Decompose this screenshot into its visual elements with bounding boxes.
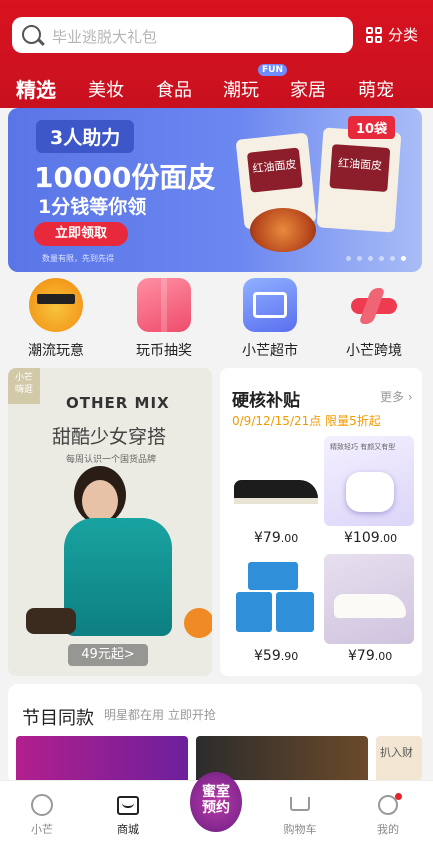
search-placeholder: 毕业逃脱大礼包 <box>52 28 158 46</box>
quick-entry-choujiang[interactable]: 玩币抽奖 <box>114 278 214 360</box>
card-subtitle: 每周认识一个国货品牌 <box>66 455 157 465</box>
nav-mall[interactable]: 商城 <box>98 793 158 837</box>
section-title: 节目同款 <box>22 708 94 729</box>
subsidy-card: 硬核补贴 更多 › 0/9/12/15/21点 限量5折起 ¥79.00 精致轻… <box>220 368 422 676</box>
tab-mengchong[interactable]: 萌宠 <box>358 76 394 102</box>
product-price: ¥79.00 <box>254 530 299 546</box>
banner-pagination <box>346 256 406 261</box>
pack-label: 红油面皮 <box>246 147 303 193</box>
top-header: 毕业逃脱大礼包 分类 精选 美妆 食品 潮玩 家居 萌宠 FUN <box>0 0 433 108</box>
center-promo-line1: 蜜室 <box>202 784 230 800</box>
fashion-feature-card[interactable]: 小芒 嗨逛 OTHER MIX 甜酷少女穿搭 每周认识一个国货品牌 49元起> <box>8 368 212 676</box>
orange-fruit <box>184 608 212 638</box>
model-dress-image <box>64 518 172 636</box>
quick-entry-chaoliu[interactable]: 潮流玩意 <box>6 278 106 360</box>
search-bar[interactable]: 毕业逃脱大礼包 <box>12 17 353 53</box>
product-price: ¥109.00 <box>344 530 398 546</box>
quick-entry-row: 潮流玩意 玩币抽奖 小芒超市 小芒跨境 <box>0 278 433 366</box>
banner-fine-print: 数量有限，先到先得 <box>42 254 114 263</box>
fun-badge: FUN <box>258 64 287 76</box>
profile-icon <box>375 793 402 817</box>
home-loop-icon <box>29 793 55 817</box>
model-face <box>82 480 118 522</box>
pack-label: 红油面皮 <box>329 144 391 192</box>
notification-dot <box>395 793 402 800</box>
product-earbuds[interactable]: 精致轻巧 有颜又有型 <box>324 436 414 526</box>
nav-cart[interactable]: 购物车 <box>270 793 330 837</box>
nav-profile[interactable]: 我的 <box>358 793 418 837</box>
category-button[interactable]: 分类 <box>366 24 418 45</box>
tab-jiaju[interactable]: 家居 <box>290 76 326 102</box>
shopping-basket-icon <box>243 278 297 332</box>
show-item-image[interactable]: 扒入财 <box>376 736 422 784</box>
quick-entry-label: 潮流玩意 <box>28 343 84 359</box>
gift-box-icon <box>137 278 191 332</box>
pack-count-badge: 10袋 <box>348 116 396 139</box>
product-price: ¥79.00 <box>348 648 393 664</box>
product-sneakers[interactable] <box>324 554 414 644</box>
banner-title: 10000份面皮 <box>34 161 216 194</box>
tab-chaowan[interactable]: 潮玩 <box>223 76 259 102</box>
category-label: 分类 <box>388 26 419 44</box>
quick-entry-label: 小芒跨境 <box>346 343 402 359</box>
center-promo-button[interactable]: 蜜室 预约 <box>190 772 242 832</box>
show-same-section: 节目同款 明星都在用 立即开抢 扒入财 <box>8 684 422 784</box>
card-corner-tag: 小芒 嗨逛 <box>8 368 40 404</box>
search-icon <box>22 25 41 44</box>
banner-subtitle: 1分钱等你领 <box>38 196 147 218</box>
subsidy-title: 硬核补贴 <box>232 391 300 411</box>
category-tabs: 精选 美妆 食品 潮玩 家居 萌宠 <box>0 72 433 102</box>
center-promo-line2: 预约 <box>202 800 230 816</box>
airplane-icon <box>347 278 401 332</box>
sunglasses-emoji-icon <box>29 278 83 332</box>
product-canvas-shoe[interactable] <box>230 436 320 526</box>
quick-entry-chaoshi[interactable]: 小芒超市 <box>220 278 320 360</box>
promo-banner[interactable]: 3人助力 10000份面皮 1分钱等你领 立即领取 数量有限，先到先得 红油面皮… <box>8 108 422 272</box>
noodle-dish-image <box>250 208 316 252</box>
noodle-pack-right: 红油面皮 <box>316 127 402 233</box>
banner-claim-button[interactable]: 立即领取 <box>34 222 128 246</box>
banner-tag: 3人助力 <box>36 120 135 153</box>
model-shoes <box>26 608 76 634</box>
quick-entry-label: 玩币抽奖 <box>136 343 192 359</box>
nav-xiaomang[interactable]: 小芒 <box>12 793 72 837</box>
quick-entry-kuajing[interactable]: 小芒跨境 <box>324 278 424 360</box>
show-item-image[interactable] <box>16 736 188 784</box>
section-subtitle: 明星都在用 立即开抢 <box>104 708 216 722</box>
card-title: 甜酷少女穿搭 <box>52 426 167 448</box>
card-price-button[interactable]: 49元起> <box>68 644 148 666</box>
grid-icon <box>366 26 382 43</box>
cart-icon <box>287 793 313 817</box>
card-brand: OTHER MIX <box>66 394 170 412</box>
subsidy-more-link[interactable]: 更多 › <box>380 388 413 405</box>
quick-entry-label: 小芒超市 <box>242 343 298 359</box>
product-price: ¥59.90 <box>254 648 299 664</box>
product-pads[interactable] <box>230 554 320 644</box>
tab-shipin[interactable]: 食品 <box>156 76 192 102</box>
tab-jingxuan[interactable]: 精选 <box>16 74 56 103</box>
mall-bag-icon <box>115 793 141 817</box>
tab-meizhuang[interactable]: 美妆 <box>88 76 124 102</box>
subsidy-subtitle: 0/9/12/15/21点 限量5折起 <box>232 414 381 428</box>
